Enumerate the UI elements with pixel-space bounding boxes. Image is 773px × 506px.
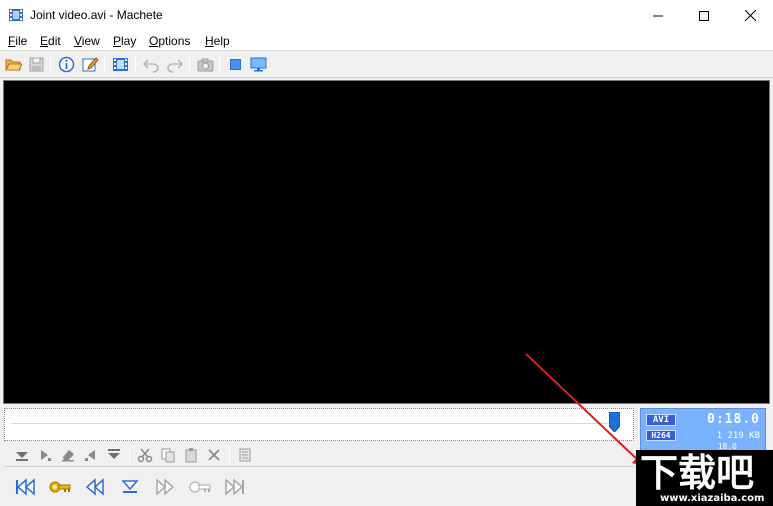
film-frames-icon[interactable] bbox=[112, 56, 129, 73]
goto-selection-icon[interactable] bbox=[37, 447, 53, 463]
erase-icon[interactable] bbox=[60, 447, 76, 463]
undo-icon[interactable] bbox=[143, 56, 160, 73]
menu-options-accel: O bbox=[149, 34, 159, 48]
minimize-button[interactable] bbox=[635, 0, 681, 31]
timeline-position-handle[interactable] bbox=[609, 412, 620, 432]
watermark-title: 下载吧 bbox=[640, 451, 755, 495]
menu-options-label: ptions bbox=[158, 34, 191, 48]
main-toolbar bbox=[0, 52, 773, 78]
video-display[interactable] bbox=[3, 80, 770, 404]
window-title: Joint video.avi - Machete bbox=[30, 8, 163, 22]
maximize-icon bbox=[699, 10, 709, 21]
menu-file[interactable]: File bbox=[8, 34, 27, 48]
app-film-icon bbox=[9, 9, 23, 21]
menu-help[interactable]: Help bbox=[205, 34, 230, 48]
cut-icon[interactable] bbox=[137, 447, 153, 463]
format-badge: AVI bbox=[646, 414, 676, 426]
menu-play[interactable]: Play bbox=[113, 34, 136, 48]
maximize-button[interactable] bbox=[681, 0, 727, 31]
menu-options[interactable]: Options bbox=[149, 34, 190, 48]
redo-icon[interactable] bbox=[166, 56, 183, 73]
file-size-readout: 1 219 KB bbox=[716, 431, 760, 441]
key-disabled-icon[interactable] bbox=[189, 477, 211, 497]
minimize-icon bbox=[653, 15, 663, 16]
toolbar-separator bbox=[229, 447, 230, 464]
timeline-slider[interactable] bbox=[4, 408, 634, 441]
menu-edit-label: dit bbox=[48, 34, 61, 48]
playback-toolbar bbox=[4, 472, 634, 502]
rewind-icon[interactable] bbox=[84, 477, 106, 497]
menu-view-label: iew bbox=[81, 34, 100, 48]
menu-play-label: lay bbox=[121, 34, 137, 48]
copy-icon[interactable] bbox=[160, 447, 176, 463]
goto-start-selection-icon[interactable] bbox=[83, 447, 99, 463]
timeline-track bbox=[11, 423, 621, 424]
monitor-icon[interactable] bbox=[250, 56, 267, 73]
current-position-icon[interactable] bbox=[119, 477, 141, 497]
close-icon bbox=[744, 10, 756, 21]
fast-forward-icon[interactable] bbox=[154, 477, 176, 497]
duration-readout: 0:18.0 bbox=[707, 412, 760, 427]
menu-help-label: elp bbox=[213, 34, 230, 48]
edit-toolbar bbox=[4, 443, 634, 467]
watermark-url: www.xiazaiba.com bbox=[660, 493, 765, 504]
title-bar: Joint video.avi - Machete bbox=[0, 0, 773, 31]
codec-badge: H264 bbox=[646, 430, 676, 441]
toolbar-separator bbox=[104, 56, 105, 74]
toolbar-separator bbox=[219, 56, 220, 74]
file-info-panel: AVI H264 0:18.0 1 219 KB 18.0 bbox=[640, 408, 766, 452]
info-icon[interactable] bbox=[58, 56, 75, 73]
menu-play-accel: P bbox=[113, 34, 122, 48]
toolbar-separator bbox=[189, 56, 190, 74]
edit-tags-icon[interactable] bbox=[82, 56, 99, 73]
toolbar-separator bbox=[129, 447, 130, 464]
fullscreen-icon[interactable] bbox=[227, 56, 244, 73]
menu-help-accel: H bbox=[205, 34, 214, 48]
keyframe-key-icon[interactable] bbox=[49, 477, 71, 497]
site-watermark-logo: 下载吧 www.xiazaiba.com bbox=[636, 450, 773, 506]
menu-view[interactable]: View bbox=[74, 34, 100, 48]
save-icon[interactable] bbox=[28, 56, 45, 73]
menu-file-label: ile bbox=[15, 34, 28, 48]
toolbar-separator bbox=[50, 56, 51, 74]
goto-start-icon[interactable] bbox=[14, 477, 36, 497]
goto-end-icon[interactable] bbox=[224, 477, 246, 497]
menu-edit-accel: E bbox=[40, 34, 49, 48]
paste-icon[interactable] bbox=[183, 447, 199, 463]
properties-icon[interactable] bbox=[237, 447, 253, 463]
close-button[interactable] bbox=[727, 0, 773, 31]
open-folder-icon[interactable] bbox=[5, 56, 22, 73]
mark-out-icon[interactable] bbox=[106, 447, 122, 463]
delete-icon[interactable] bbox=[206, 447, 222, 463]
menu-view-accel: V bbox=[74, 34, 82, 48]
toolbar-separator bbox=[135, 56, 136, 74]
menu-bar: File Edit View Play Options Help bbox=[0, 31, 773, 51]
snapshot-icon[interactable] bbox=[197, 56, 214, 73]
mark-in-icon[interactable] bbox=[14, 447, 30, 463]
menu-edit[interactable]: Edit bbox=[40, 34, 61, 48]
